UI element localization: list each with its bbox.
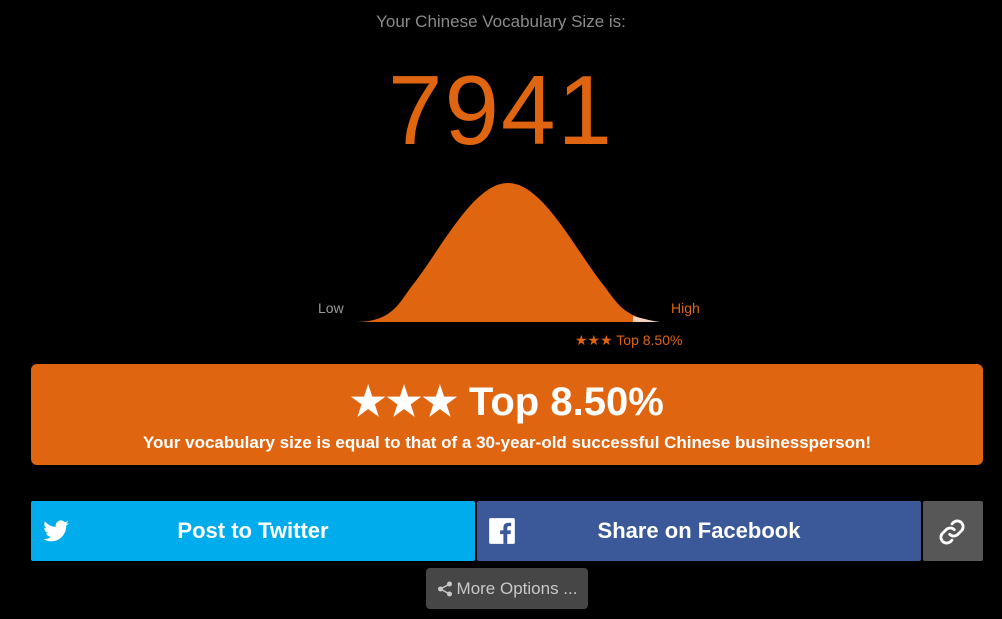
rank-caption: ★★★ Top 8.50% bbox=[575, 332, 683, 348]
banner-description: Your vocabulary size is equal to that of… bbox=[142, 433, 872, 452]
more-options-label: More Options ... bbox=[456, 578, 578, 598]
result-page: Your Chinese Vocabulary Size is: 7941 Lo… bbox=[0, 0, 1002, 619]
twitter-button-label: Post to Twitter bbox=[177, 518, 329, 543]
distribution-curve bbox=[355, 183, 660, 322]
rank-banner: ★★★ Top 8.50% Your vocabulary size is eq… bbox=[31, 364, 983, 465]
copy-link-button[interactable] bbox=[923, 501, 983, 561]
facebook-icon bbox=[489, 518, 515, 544]
result-heading: Your Chinese Vocabulary Size is: bbox=[376, 12, 626, 31]
twitter-icon bbox=[43, 520, 69, 542]
low-label: Low bbox=[318, 300, 344, 316]
share-icon bbox=[437, 581, 452, 596]
high-label: High bbox=[671, 300, 700, 316]
facebook-button-label: Share on Facebook bbox=[597, 518, 801, 543]
vocabulary-score: 7941 bbox=[387, 55, 614, 165]
distribution-curve-fill bbox=[355, 183, 660, 322]
banner-rank: ★★★ Top 8.50% bbox=[350, 380, 664, 424]
more-options-button[interactable]: More Options ... bbox=[426, 568, 588, 609]
link-icon bbox=[939, 519, 965, 545]
post-to-twitter-button[interactable]: Post to Twitter bbox=[31, 501, 475, 561]
share-on-facebook-button[interactable]: Share on Facebook bbox=[477, 501, 921, 561]
